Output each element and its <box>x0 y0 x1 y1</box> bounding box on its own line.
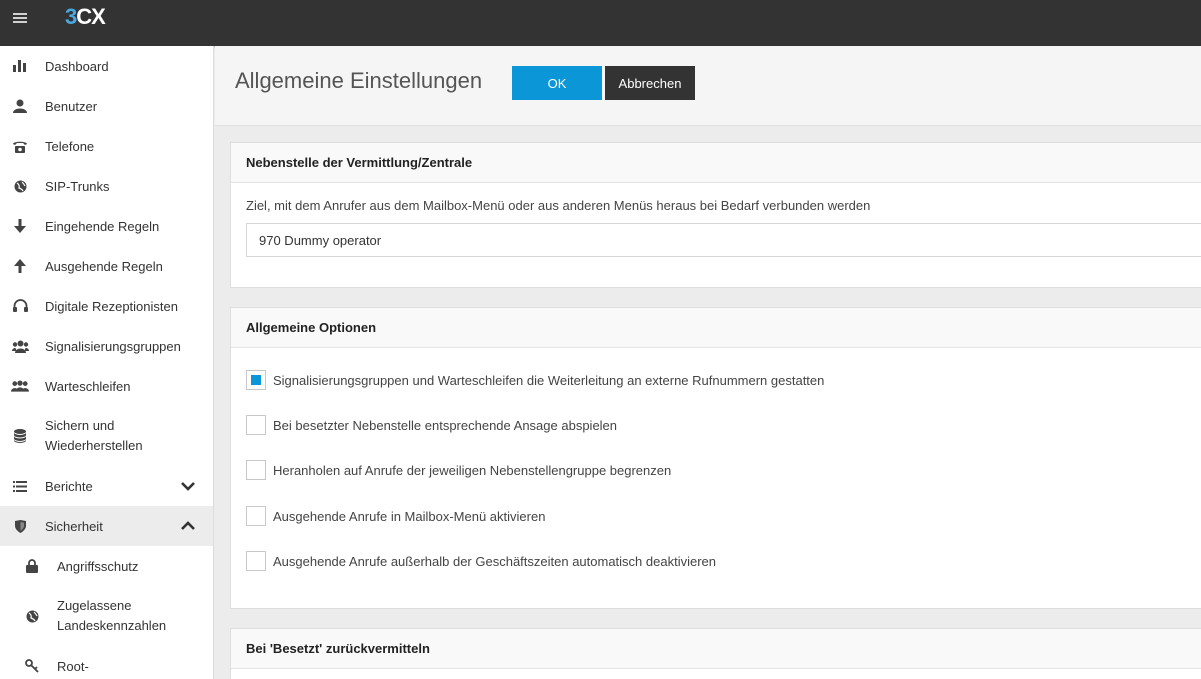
option-allow-forward-external[interactable]: Signalisierungsgruppen und Warteschleife… <box>246 370 824 390</box>
sidebar-subitem-label: Zugelassene Landeskennzahlen <box>57 598 167 633</box>
checkbox[interactable] <box>246 551 266 571</box>
sidebar-item-sichern-wiederherstellen[interactable]: Sichern und Wiederherstellen <box>0 406 213 466</box>
sidebar-item-label: Eingehende Regeln <box>45 218 160 234</box>
bar-chart-icon <box>11 57 29 75</box>
option-label: Signalisierungsgruppen und Warteschleife… <box>273 372 825 388</box>
page-title: Allgemeine Einstellungen <box>235 68 483 93</box>
sidebar-item-label: SIP-Trunks <box>45 178 110 194</box>
sidebar-subitem-label: Root- <box>57 658 89 674</box>
option-label: Heranholen auf Anrufe der jeweiligen Neb… <box>273 462 672 478</box>
sidebar-item-label: Benutzer <box>45 98 98 114</box>
option-label: Bei besetzter Nebenstelle entsprechende … <box>273 417 618 433</box>
card-title: Nebenstelle der Vermittlung/Zentrale <box>231 143 1201 183</box>
logo[interactable]: 3CX <box>65 4 106 30</box>
sidebar-subitem-angriffsschutz[interactable]: Angriffsschutz <box>0 546 213 586</box>
sidebar-item-label: Signalisierungsgruppen <box>45 338 181 354</box>
busy-forward-card: Bei 'Besetzt' zurückvermitteln <box>230 628 1201 679</box>
sidebar-item-sicherheit[interactable]: Sicherheit <box>0 506 213 546</box>
sidebar-item-berichte[interactable]: Berichte <box>0 466 213 506</box>
card-title: Bei 'Besetzt' zurückvermitteln <box>231 629 1201 669</box>
globe-icon <box>23 607 41 625</box>
cancel-button[interactable]: Abbrechen <box>605 66 695 100</box>
logo-text-3: 3 <box>65 4 77 29</box>
sidebar-item-label: Warteschleifen <box>45 378 131 394</box>
operator-destination-label: Ziel, mit dem Anrufer aus dem Mailbox-Me… <box>246 198 871 213</box>
headset-icon <box>11 297 29 315</box>
arrow-down-icon <box>11 217 29 235</box>
sidebar-item-label: Sicherheit <box>45 518 103 534</box>
ok-button[interactable]: OK <box>512 66 602 100</box>
sidebar-item-digitale-rezeptionisten[interactable]: Digitale Rezeptionisten <box>0 286 213 326</box>
sidebar-subitem-label: Angriffsschutz <box>57 558 139 574</box>
sidebar-item-eingehende-regeln[interactable]: Eingehende Regeln <box>0 206 213 246</box>
option-outbound-mailbox-menu[interactable]: Ausgehende Anrufe in Mailbox-Menü aktivi… <box>246 506 545 526</box>
checkbox-checked[interactable] <box>246 370 266 390</box>
queue-icon <box>11 377 29 395</box>
top-bar: 3CX <box>0 0 1201 46</box>
sidebar-item-warteschleifen[interactable]: Warteschleifen <box>0 366 213 406</box>
chevron-down-icon[interactable] <box>181 479 195 493</box>
shield-icon <box>11 517 29 535</box>
user-icon <box>11 97 29 115</box>
operator-extension-card: Nebenstelle der Vermittlung/Zentrale Zie… <box>230 142 1201 288</box>
arrow-up-icon <box>11 257 29 275</box>
option-busy-announcement[interactable]: Bei besetzter Nebenstelle entsprechende … <box>246 415 617 435</box>
hamburger-menu-icon[interactable] <box>13 11 27 25</box>
option-limit-pickup[interactable]: Heranholen auf Anrufe der jeweiligen Neb… <box>246 460 671 480</box>
sidebar-item-label: Sichern und Wiederherstellen <box>45 418 143 453</box>
group-icon <box>11 337 29 355</box>
phone-icon <box>11 137 29 155</box>
logo-text-cx: CX <box>76 4 106 29</box>
sidebar-item-label: Dashboard <box>45 58 109 74</box>
general-options-card: Allgemeine Optionen Signalisierungsgrupp… <box>230 307 1201 609</box>
globe-icon <box>11 177 29 195</box>
sidebar-item-dashboard[interactable]: Dashboard <box>0 46 213 86</box>
database-icon <box>11 427 29 445</box>
sidebar-item-sip-trunks[interactable]: SIP-Trunks <box>0 166 213 206</box>
sidebar: Dashboard Benutzer Telefone SIP-Trunks E… <box>0 46 214 679</box>
option-label: Ausgehende Anrufe außerhalb der Geschäft… <box>273 553 716 569</box>
lock-icon <box>23 557 41 575</box>
checkbox[interactable] <box>246 460 266 480</box>
operator-destination-select[interactable]: 970 Dummy operator <box>246 223 1201 257</box>
page-header: Allgemeine Einstellungen OK Abbrechen <box>215 46 1201 126</box>
option-disable-outbound-after-hours[interactable]: Ausgehende Anrufe außerhalb der Geschäft… <box>246 551 716 571</box>
option-label: Ausgehende Anrufe in Mailbox-Menü aktivi… <box>273 508 546 524</box>
chevron-up-icon[interactable] <box>181 519 195 533</box>
checkbox[interactable] <box>246 506 266 526</box>
key-icon <box>23 657 41 675</box>
sidebar-item-label: Telefone <box>45 138 95 154</box>
sidebar-subitem-root[interactable]: Root- <box>0 646 213 679</box>
sidebar-item-signalisierungsgruppen[interactable]: Signalisierungsgruppen <box>0 326 213 366</box>
sidebar-item-label: Digitale Rezeptionisten <box>45 298 178 314</box>
main-content: Allgemeine Einstellungen OK Abbrechen Ne… <box>215 46 1201 679</box>
sidebar-item-telefone[interactable]: Telefone <box>0 126 213 166</box>
checkbox[interactable] <box>246 415 266 435</box>
sidebar-item-ausgehende-regeln[interactable]: Ausgehende Regeln <box>0 246 213 286</box>
sidebar-item-benutzer[interactable]: Benutzer <box>0 86 213 126</box>
list-icon <box>11 477 29 495</box>
sidebar-item-label: Ausgehende Regeln <box>45 258 163 274</box>
sidebar-subitem-landeskennzahlen[interactable]: Zugelassene Landeskennzahlen <box>0 586 213 646</box>
card-title: Allgemeine Optionen <box>231 308 1201 348</box>
sidebar-item-label: Berichte <box>45 478 93 494</box>
